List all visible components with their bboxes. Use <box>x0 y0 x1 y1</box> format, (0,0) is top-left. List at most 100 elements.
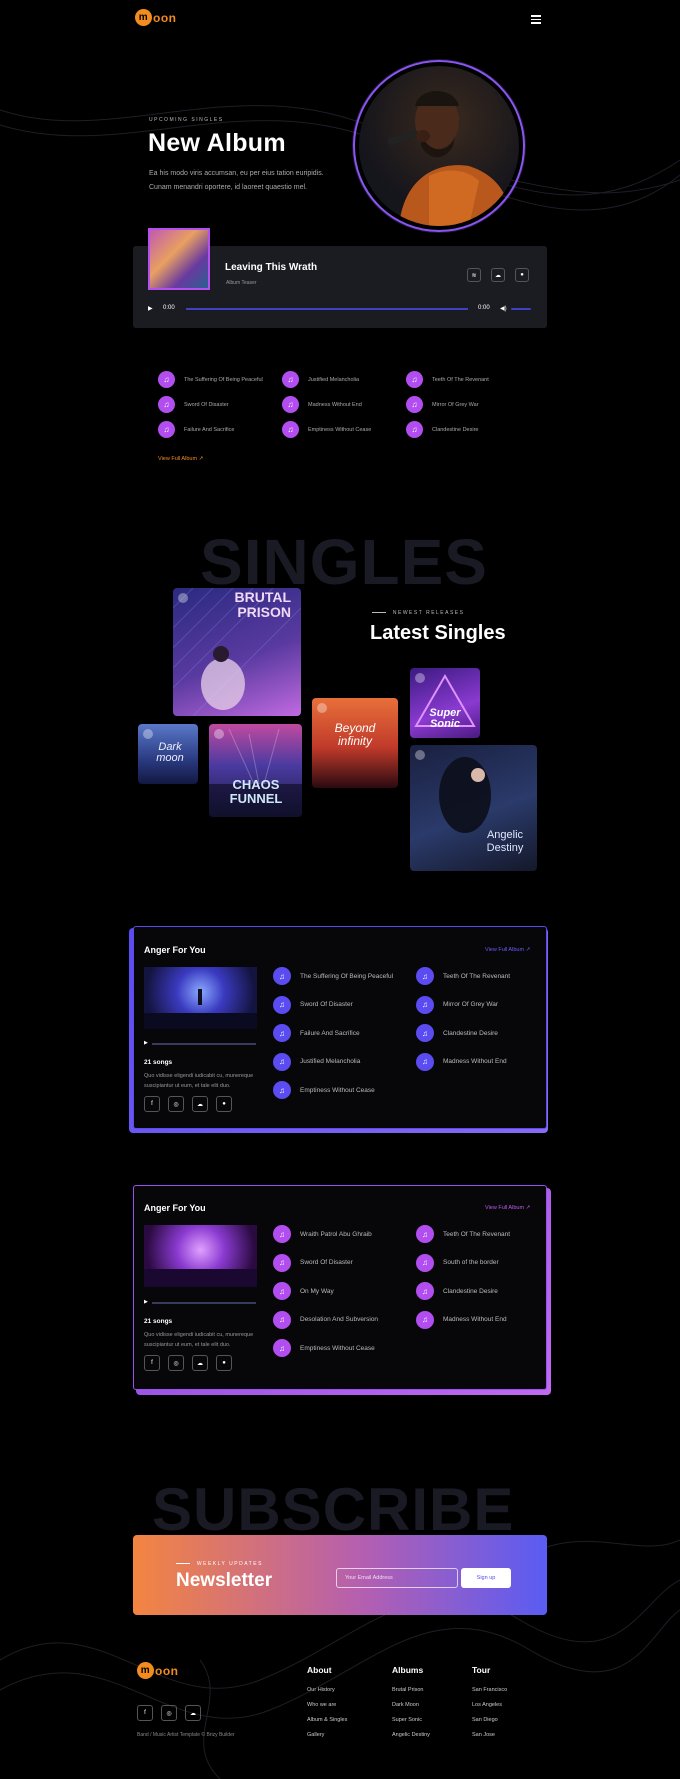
single-tile-chaos-funnel[interactable]: CHAOS FUNNEL <box>209 724 302 817</box>
track-item[interactable]: ♫ Emptiness Without Cease <box>282 421 371 438</box>
music-note-icon: ♫ <box>273 1052 291 1071</box>
track-item[interactable]: ♫ Emptiness Without Cease <box>273 1081 375 1099</box>
track-item[interactable]: ♫ South of the border <box>416 1253 499 1272</box>
signup-button[interactable]: Sign up <box>461 1568 511 1588</box>
view-full-album-link[interactable]: View Full Album ↗ <box>485 1205 530 1211</box>
footer-logo[interactable]: m oon <box>137 1662 179 1679</box>
progress-track[interactable] <box>186 308 468 310</box>
footer-link[interactable]: Los Angeles <box>472 1702 507 1708</box>
footer-link[interactable]: Who we are <box>307 1702 347 1708</box>
soundcloud-icon[interactable]: ☁ <box>491 268 505 282</box>
progress-fill <box>186 308 468 310</box>
track-title: Clandestine Desire <box>443 1029 498 1037</box>
volume-icon[interactable]: ◀) <box>500 305 507 312</box>
social-links: f ◎ ☁ ● <box>144 1355 232 1371</box>
album-card-title: Anger For You <box>144 945 206 955</box>
newsletter-kicker-text: WEEKLY UPDATES <box>196 1561 263 1567</box>
footer-link[interactable]: Angelic Destiny <box>392 1732 430 1738</box>
soundcloud-icon[interactable]: ☁ <box>192 1355 208 1371</box>
spotify-icon <box>415 750 425 760</box>
footer-link[interactable]: San Jose <box>472 1732 507 1738</box>
single-tile-super-sonic[interactable]: Super Sonic <box>410 668 480 738</box>
track-item[interactable]: ♫ Failure And Sacrifice <box>158 421 234 438</box>
footer-link[interactable]: Gallery <box>307 1732 347 1738</box>
track-item[interactable]: ♫ Emptiness Without Cease <box>273 1339 375 1357</box>
track-title: Wraith Patrol Abu Ghraib <box>300 1230 372 1238</box>
volume-slider[interactable] <box>511 308 531 310</box>
track-item[interactable]: ♫ Teeth Of The Revenant <box>416 1225 510 1243</box>
track-item[interactable]: ♫ Mirror Of Grey War <box>416 995 498 1014</box>
footer-column: Tour San Francisco Los Angeles San Diego San… <box>472 1665 507 1738</box>
footer-link[interactable]: Brutal Prison <box>392 1687 430 1693</box>
track-item[interactable]: ♫ Clandestine Desire <box>416 1282 498 1300</box>
track-item[interactable]: ♫ On My Way <box>273 1282 334 1300</box>
menu-icon[interactable] <box>531 13 541 26</box>
track-item[interactable]: ♫ Justified Melancholia <box>282 371 359 388</box>
track-title: Clandestine Desire <box>432 426 479 433</box>
track-item[interactable]: ♫ Sword Of Disaster <box>273 995 353 1014</box>
album-description: Quo vidisse eligendi iudicabit cu, muner… <box>144 1330 259 1350</box>
album-card-title: Anger For You <box>144 1203 206 1213</box>
footer-link[interactable]: Our History <box>307 1687 347 1693</box>
apple-icon[interactable]: ● <box>216 1096 232 1112</box>
track-item[interactable]: ♫ Justified Melancholia <box>273 1052 360 1071</box>
track-title: Madness Without End <box>443 1058 507 1065</box>
single-tile-dark-moon[interactable]: Dark moon <box>138 724 198 784</box>
single-tile-angelic-destiny[interactable]: Angelic Destiny <box>410 745 537 871</box>
brand-logo[interactable]: m oon <box>135 9 177 26</box>
track-title: Sword Of Disaster <box>300 1001 353 1008</box>
music-note-icon: ♫ <box>273 1024 291 1042</box>
track-title: Justified Melancholia <box>308 376 360 383</box>
facebook-icon[interactable]: f <box>144 1355 160 1371</box>
footer-link[interactable]: Album & Singles <box>307 1717 347 1723</box>
track-item[interactable]: ♫ Madness Without End <box>282 396 362 413</box>
view-full-album-link[interactable]: View Full Album ↗ <box>158 456 203 462</box>
tile-title: Beyond infinity <box>334 721 376 749</box>
single-tile-brutal-prison[interactable]: BRUTAL PRISON <box>173 588 301 716</box>
play-icon[interactable]: ▶ <box>144 1040 148 1046</box>
soundcloud-icon[interactable]: ☁ <box>192 1096 208 1112</box>
footer-link[interactable]: San Francisco <box>472 1687 507 1693</box>
play-icon[interactable]: ▶ <box>148 305 153 312</box>
track-item[interactable]: ♫ Clandestine Desire <box>406 421 478 438</box>
apple-music-icon[interactable]: ● <box>515 268 529 282</box>
hero-description-line: Ea his modo viris accumsan, eu per eius … <box>149 170 324 177</box>
progress-track[interactable] <box>152 1302 256 1304</box>
album-description-line: suscipiantur ut eum, et tale elit duo. <box>144 1342 231 1348</box>
track-item[interactable]: ♫ Clandestine Desire <box>416 1024 498 1042</box>
instagram-icon[interactable]: ◎ <box>161 1705 177 1721</box>
album-cover-thumbnail <box>148 228 210 290</box>
music-note-icon: ♫ <box>416 1052 434 1071</box>
single-tile-beyond-infinity[interactable]: Beyond infinity <box>312 698 398 788</box>
track-item[interactable]: ♫ Wraith Patrol Abu Ghraib <box>273 1225 372 1243</box>
track-item[interactable]: ♫ The Suffering Of Being Peaceful <box>158 371 263 388</box>
album-card-image <box>144 967 257 1029</box>
instagram-icon[interactable]: ◎ <box>168 1355 184 1371</box>
album-description-line: Quo vidisse eligendi iudicabit cu, muner… <box>144 1332 254 1338</box>
facebook-icon[interactable]: f <box>144 1096 160 1112</box>
facebook-icon[interactable]: f <box>137 1705 153 1721</box>
track-item[interactable]: ♫ Desolation And Subversion <box>273 1310 378 1329</box>
track-item[interactable]: ♫ Sword Of Disaster <box>158 396 229 413</box>
track-title: The Suffering Of Being Peaceful <box>184 376 263 383</box>
track-item[interactable]: ♫ Teeth Of The Revenant <box>416 967 510 985</box>
arrow-icon: ↗ <box>525 947 531 953</box>
track-item[interactable]: ♫ Teeth Of The Revenant <box>406 371 489 388</box>
track-item[interactable]: ♫ Madness Without End <box>416 1052 507 1071</box>
soundcloud-icon[interactable]: ☁ <box>185 1705 201 1721</box>
email-field[interactable] <box>336 1568 458 1588</box>
footer-link[interactable]: Super Sonic <box>392 1717 430 1723</box>
spotify-icon[interactable]: ≋ <box>467 268 481 282</box>
track-item[interactable]: ♫ Failure And Sacrifice <box>273 1024 360 1042</box>
progress-track[interactable] <box>152 1043 256 1045</box>
apple-icon[interactable]: ● <box>216 1355 232 1371</box>
track-item[interactable]: ♫ Mirror Of Grey War <box>406 396 479 413</box>
instagram-icon[interactable]: ◎ <box>168 1096 184 1112</box>
track-item[interactable]: ♫ Sword Of Disaster <box>273 1253 353 1272</box>
footer-link[interactable]: Dark Moon <box>392 1702 430 1708</box>
play-icon[interactable]: ▶ <box>144 1299 148 1305</box>
view-full-album-link[interactable]: View Full Album ↗ <box>485 947 530 953</box>
footer-link[interactable]: San Diego <box>472 1717 507 1723</box>
track-item[interactable]: ♫ The Suffering Of Being Peaceful <box>273 967 393 985</box>
track-item[interactable]: ♫ Madness Without End <box>416 1310 507 1329</box>
